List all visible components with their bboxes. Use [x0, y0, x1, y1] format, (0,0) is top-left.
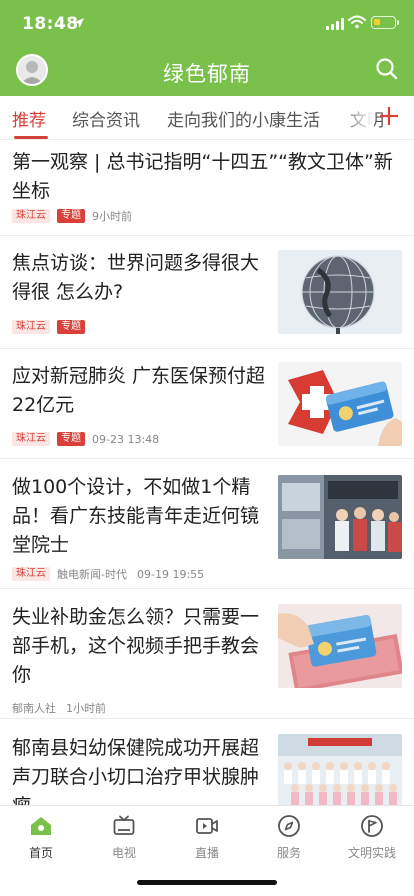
topic-badge: 专题: [57, 320, 85, 334]
tab-news[interactable]: 综合资讯: [72, 106, 140, 131]
battery-icon: [371, 16, 399, 29]
news-title: 失业补助金怎么领？只需要一部手机，这个视频手把手教会你: [12, 606, 260, 686]
news-meta: 郁南人社 1小时前: [12, 700, 116, 716]
source-badge: 珠江云: [12, 432, 50, 446]
news-source: 郁南人社: [12, 702, 56, 715]
news-time: 09-23 13:48: [92, 432, 160, 446]
news-item[interactable]: 失业补助金怎么领？只需要一部手机，这个视频手把手教会你 郁南人社 1小时前: [0, 589, 414, 719]
news-item[interactable]: 郁南县妇幼保健院成功开展超声刀联合小切口治疗甲状腺肿瘤: [0, 719, 414, 805]
tabbar-live[interactable]: 直播: [177, 814, 237, 861]
tv-icon: [113, 815, 135, 835]
app-title: 绿色郁南: [163, 62, 251, 86]
news-time: 9小时前: [92, 210, 132, 223]
compass-icon: [278, 815, 300, 837]
tab-recommended[interactable]: 推荐: [12, 106, 46, 131]
add-channel-icon[interactable]: [376, 103, 402, 129]
active-tab-indicator: [14, 136, 48, 139]
news-time: 09-19 19:55: [136, 567, 205, 581]
news-thumbnail-globe: [278, 250, 402, 334]
news-thumbnail-medical-card: [278, 362, 402, 446]
news-thumbnail-hospital-staff: [278, 734, 402, 805]
status-bar: 18:48: [0, 0, 414, 48]
tabbar-home[interactable]: 首页: [11, 814, 71, 861]
news-time: 1小时前: [66, 702, 106, 715]
news-thumbnail-exhibition: [278, 475, 402, 559]
topic-badge: 专题: [57, 209, 85, 223]
tabbar-label: 文明实践: [347, 846, 396, 860]
topic-badge: 专题: [57, 432, 85, 446]
search-icon[interactable]: [374, 56, 400, 82]
news-item[interactable]: 应对新冠肺炎 广东医保预付超22亿元 珠江云 专题 09-23 13:48: [0, 349, 414, 459]
tabbar-civilization-practice[interactable]: 文明实践: [342, 814, 402, 861]
news-source: 触电新闻-时代: [57, 568, 127, 581]
news-feed: 第一观察 | 总书记指明“十四五”“教文卫体”新坐标 珠江云 专题 9小时前 焦…: [0, 141, 414, 805]
news-title: 做100个设计，不如做1个精品！看广东技能青年走近何镜堂院士: [12, 476, 260, 556]
news-title: 焦点访谈：世界问题多得很大得很 怎么办?: [12, 252, 260, 303]
tabbar-label: 服务: [276, 846, 301, 860]
home-indicator[interactable]: [137, 880, 277, 885]
tabbar-label: 电视: [111, 846, 136, 860]
cellular-signal-icon: [326, 18, 344, 30]
source-badge: 珠江云: [12, 209, 50, 223]
news-title: 第一观察 | 总书记指明“十四五”“教文卫体”新坐标: [12, 151, 393, 202]
news-meta: 珠江云 专题: [12, 320, 92, 334]
tab-xiaokang-life[interactable]: 走向我们的小康生活: [167, 106, 320, 131]
status-time: 18:48: [22, 14, 79, 34]
wifi-icon: [348, 15, 366, 29]
news-thumbnail-money-card: [278, 604, 402, 688]
tabbar-label: 首页: [28, 846, 53, 860]
flag-icon: [361, 815, 383, 837]
channel-tabs: 推荐 综合资讯 走向我们的小康生活 文明: [0, 96, 414, 140]
news-meta: 珠江云 专题 9小时前: [12, 208, 142, 224]
news-meta: 珠江云 专题 09-23 13:48: [12, 432, 169, 446]
source-badge: 珠江云: [12, 567, 50, 581]
source-badge: 珠江云: [12, 320, 50, 334]
tabbar-tv[interactable]: 电视: [94, 814, 154, 861]
location-arrow-icon: [74, 18, 84, 28]
tabbar-label: 直播: [194, 846, 219, 860]
news-item[interactable]: 做100个设计，不如做1个精品！看广东技能青年走近何镜堂院士 珠江云 触电新闻-…: [0, 459, 414, 589]
news-item[interactable]: 第一观察 | 总书记指明“十四五”“教文卫体”新坐标 珠江云 专题 9小时前: [0, 141, 414, 236]
news-title: 郁南县妇幼保健院成功开展超声刀联合小切口治疗甲状腺肿瘤: [12, 737, 260, 805]
news-item[interactable]: 焦点访谈：世界问题多得很大得很 怎么办? 珠江云 专题: [0, 236, 414, 349]
news-meta: 珠江云 触电新闻-时代 09-19 19:55: [12, 566, 214, 582]
live-video-icon: [196, 818, 218, 834]
home-icon: [31, 817, 51, 835]
tabbar-service[interactable]: 服务: [259, 814, 319, 861]
app-header: 18:48 绿色郁南: [0, 0, 414, 96]
news-title: 应对新冠肺炎 广东医保预付超22亿元: [12, 365, 266, 416]
